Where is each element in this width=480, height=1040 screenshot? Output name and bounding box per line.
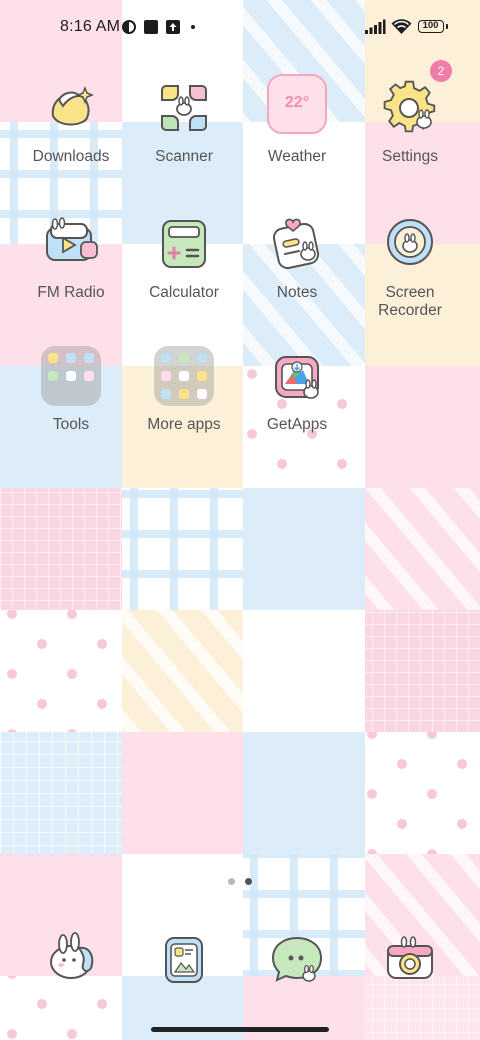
messages-icon[interactable] <box>267 930 327 990</box>
more-dot-icon <box>191 25 195 29</box>
app-label: Downloads <box>32 148 110 165</box>
folder-icon <box>41 346 101 406</box>
weather-icon: 22° <box>267 74 327 134</box>
status-time: 8:16 AM <box>60 18 121 35</box>
signal-icon <box>365 19 386 34</box>
app-scanner[interactable]: Scanner <box>124 78 244 188</box>
folder-tools[interactable]: Tools <box>11 346 131 456</box>
app-label: Screen Recorder <box>378 284 442 319</box>
app-label: Notes <box>276 284 318 301</box>
upload-notification-icon <box>166 20 180 34</box>
folder-more-apps[interactable]: More apps <box>124 346 244 456</box>
app-screen-recorder[interactable]: Screen Recorder <box>350 214 470 324</box>
app-weather[interactable]: 22° Weather <box>237 74 357 188</box>
app-downloads[interactable]: Downloads <box>11 78 131 188</box>
gallery-icon[interactable] <box>154 932 214 992</box>
phone-icon[interactable] <box>41 926 101 986</box>
downloads-icon <box>51 85 95 126</box>
weather-temp: 22° <box>284 94 310 111</box>
gear-icon <box>383 80 436 133</box>
battery-level: 100 <box>422 20 439 31</box>
app-label: GetApps <box>266 416 328 433</box>
app-label: FM Radio <box>37 284 105 301</box>
app-label: Scanner <box>155 148 213 165</box>
camera-icon[interactable] <box>380 930 440 990</box>
app-label: Weather <box>267 148 327 165</box>
app-notes[interactable]: Notes <box>237 214 357 324</box>
app-notification-icon <box>122 20 136 34</box>
app-label: Settings <box>381 148 438 165</box>
scanner-icon <box>161 85 207 131</box>
app-label: Calculator <box>149 284 219 301</box>
page-dot-1[interactable] <box>228 878 235 885</box>
square-notification-icon <box>144 20 158 34</box>
calculator-icon <box>162 220 206 268</box>
app-fm-radio[interactable]: FM Radio <box>11 214 131 324</box>
screen-recorder-icon <box>387 219 433 265</box>
notification-badge: 2 <box>430 60 452 82</box>
app-calculator[interactable]: Calculator <box>124 214 244 324</box>
status-bar: 8:16 AM 100 <box>0 0 480 56</box>
app-settings[interactable]: Settings <box>350 78 470 188</box>
notes-icon <box>272 218 320 270</box>
folder-icon <box>154 346 214 406</box>
app-label: Tools <box>52 416 90 433</box>
radio-icon <box>46 217 98 261</box>
battery-icon: 100 <box>418 20 448 33</box>
gesture-navigation-bar[interactable] <box>151 1027 329 1032</box>
page-dot-2-active[interactable] <box>245 878 252 885</box>
wifi-icon <box>391 19 412 34</box>
getapps-icon <box>275 356 319 399</box>
app-label: More apps <box>147 416 221 433</box>
app-getapps[interactable]: GetApps <box>237 346 357 456</box>
